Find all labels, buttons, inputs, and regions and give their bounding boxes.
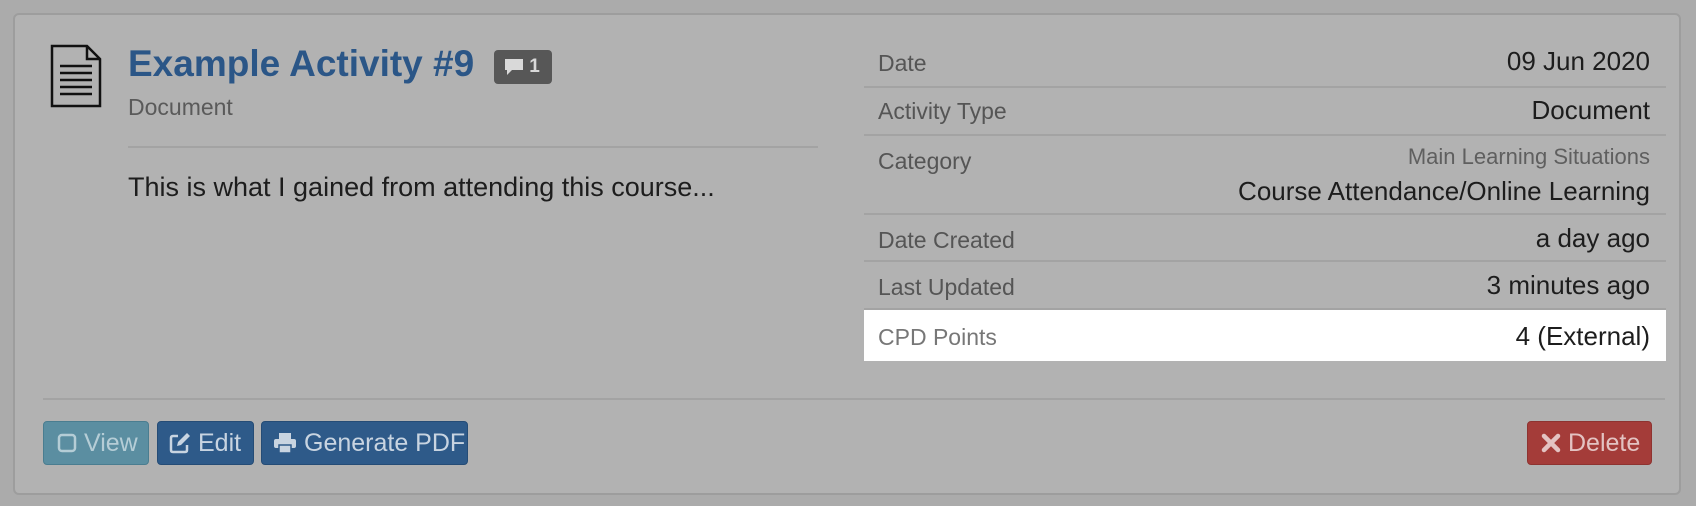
detail-value: 4 (External) xyxy=(1515,321,1650,351)
detail-row-date-created: Date Created a day ago xyxy=(864,215,1666,262)
view-button-label: View xyxy=(84,428,138,457)
detail-label: CPD Points xyxy=(878,324,997,350)
comment-icon xyxy=(505,59,524,75)
details-table: Date 09 Jun 2020 Activity Type Document … xyxy=(864,42,1666,361)
close-icon xyxy=(1541,433,1561,453)
detail-row-last-updated: Last Updated 3 minutes ago xyxy=(864,262,1666,310)
comment-count-badge[interactable]: 1 xyxy=(494,50,552,84)
edit-button-label: Edit xyxy=(198,428,242,457)
comment-count: 1 xyxy=(529,56,540,77)
edit-icon xyxy=(169,433,190,454)
generate-pdf-button-label: Generate PDF xyxy=(304,428,466,457)
detail-row-category: Category Main Learning Situations Course… xyxy=(864,136,1666,215)
detail-value: Course Attendance/Online Learning xyxy=(1238,176,1650,206)
detail-label: Date Created xyxy=(878,227,1015,253)
detail-label: Activity Type xyxy=(878,98,1007,124)
view-button[interactable]: View xyxy=(43,421,149,465)
divider xyxy=(128,146,818,148)
category-parent: Main Learning Situations xyxy=(1407,144,1650,169)
footer-divider xyxy=(43,398,1665,400)
detail-row-date: Date 09 Jun 2020 xyxy=(864,42,1666,88)
detail-row-cpd-points: CPD Points 4 (External) xyxy=(864,310,1666,361)
activity-title[interactable]: Example Activity #9 xyxy=(128,42,474,86)
detail-value: a day ago xyxy=(1535,223,1650,253)
printer-icon xyxy=(274,433,296,454)
detail-label: Date xyxy=(878,50,927,76)
delete-button-label: Delete xyxy=(1568,428,1641,457)
activity-description: This is what I gained from attending thi… xyxy=(128,172,715,202)
activity-header: Example Activity #9 1 xyxy=(128,42,552,86)
square-icon xyxy=(57,433,77,453)
document-icon xyxy=(50,44,102,108)
delete-button[interactable]: Delete xyxy=(1527,421,1652,465)
detail-label: Last Updated xyxy=(878,274,1015,300)
detail-row-activity-type: Activity Type Document xyxy=(864,88,1666,136)
detail-value: 3 minutes ago xyxy=(1486,270,1650,300)
detail-value: Document xyxy=(1531,95,1651,125)
activity-subtitle: Document xyxy=(128,94,233,120)
detail-value: 09 Jun 2020 xyxy=(1506,46,1650,76)
edit-button[interactable]: Edit xyxy=(157,421,254,465)
generate-pdf-button[interactable]: Generate PDF xyxy=(261,421,468,465)
detail-label: Category xyxy=(878,148,972,174)
